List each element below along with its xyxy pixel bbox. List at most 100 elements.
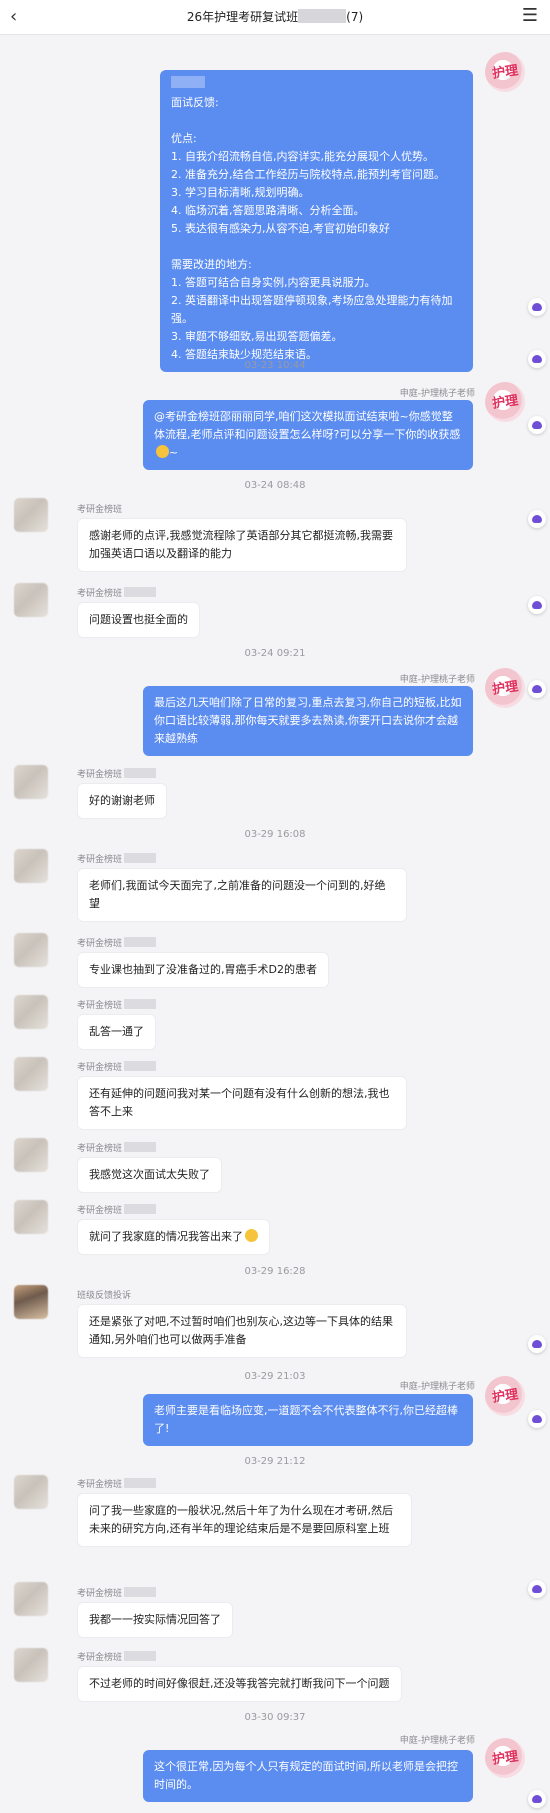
message-bubble[interactable]: 就问了我家庭的情况我答出来了 bbox=[77, 1219, 270, 1255]
message-text: 老师主要是看临场应变,一道题不会不代表整体不行,你已经超棒了! bbox=[154, 1404, 458, 1435]
avatar[interactable] bbox=[14, 933, 48, 967]
avatar[interactable] bbox=[14, 849, 48, 883]
sender-label: 考研金榜班 bbox=[77, 1144, 123, 1154]
reaction-icon[interactable] bbox=[528, 510, 546, 528]
avatar[interactable] bbox=[14, 1582, 48, 1616]
avatar[interactable] bbox=[14, 1057, 48, 1091]
message-bubble[interactable]: 专业课也抽到了没准备过的,胃癌手术D2的患者 bbox=[77, 952, 329, 988]
message-bubble[interactable]: 还是紧张了对吧,不过暂时咱们也别灰心,这边等一下具体的结果通知,另外咱们也可以做… bbox=[77, 1304, 407, 1358]
reaction-icon[interactable] bbox=[528, 1335, 546, 1353]
message-bubble[interactable]: 面试反馈: 优点: 1. 自我介绍流畅自信,内容详实,能充分展现个人优势。 2.… bbox=[160, 70, 473, 372]
message[interactable]: 最后这几天咱们除了日常的复习,重点去复习,你自己的短板,比如你口语比较薄弱,那你… bbox=[143, 686, 473, 756]
message[interactable]: 这个很正常,因为每个人只有规定的面试时间,所以老师是会把控时间的。 bbox=[143, 1750, 473, 1802]
sender-label: 考研金榜班 bbox=[77, 589, 123, 599]
chat-title: 26年护理考研复试班 (7) bbox=[0, 8, 550, 25]
avatar[interactable] bbox=[14, 498, 48, 532]
message-bubble[interactable]: 最后这几天咱们除了日常的复习,重点去复习,你自己的短板,比如你口语比较薄弱,那你… bbox=[143, 686, 473, 756]
avatar-text: 护理 bbox=[491, 393, 520, 412]
avatar[interactable] bbox=[14, 765, 48, 799]
sender-name: 考研金榜班 bbox=[77, 852, 157, 865]
message[interactable]: 好的谢谢老师 bbox=[77, 783, 167, 819]
message[interactable]: 问题设置也挺全面的 bbox=[77, 602, 200, 638]
message-text: 还有延伸的问题问我对某一个问题有没有什么创新的想法,我也答不上来 bbox=[89, 1087, 390, 1118]
avatar[interactable] bbox=[14, 1285, 48, 1319]
message[interactable]: 乱答一通了 bbox=[77, 1014, 156, 1050]
message-text: 不过老师的时间好像很赶,还没等我答完就打断我问下一个问题 bbox=[89, 1677, 390, 1690]
message[interactable]: @考研金榜班邵丽丽同学,咱们这次模拟面试结束啦~你感觉整体流程,老师点评和问题设… bbox=[143, 400, 473, 470]
message[interactable]: 还有延伸的问题问我对某一个问题有没有什么创新的想法,我也答不上来 bbox=[77, 1076, 407, 1130]
name-redaction bbox=[124, 1651, 157, 1661]
grin-emoji-icon bbox=[245, 1229, 258, 1242]
message[interactable]: 专业课也抽到了没准备过的,胃癌手术D2的患者 bbox=[77, 952, 329, 988]
message[interactable]: 老师主要是看临场应变,一道题不会不代表整体不行,你已经超棒了! bbox=[143, 1394, 473, 1446]
message-text: 这个很正常,因为每个人只有规定的面试时间,所以老师是会把控时间的。 bbox=[154, 1760, 458, 1791]
message-bubble[interactable]: 这个很正常,因为每个人只有规定的面试时间,所以老师是会把控时间的。 bbox=[143, 1750, 473, 1802]
message-bubble[interactable]: @考研金榜班邵丽丽同学,咱们这次模拟面试结束啦~你感觉整体流程,老师点评和问题设… bbox=[143, 400, 473, 470]
message-bubble[interactable]: 感谢老师的点评,我感觉流程除了英语部分其它都挺流畅,我需要加强英语口语以及翻译的… bbox=[77, 518, 407, 572]
message[interactable]: 我都一一按实际情况回答了 bbox=[77, 1602, 233, 1638]
avatar[interactable]: 护理 bbox=[485, 1738, 525, 1778]
avatar[interactable] bbox=[14, 995, 48, 1029]
message-bubble[interactable]: 问题设置也挺全面的 bbox=[77, 602, 200, 638]
message[interactable]: 就问了我家庭的情况我答出来了 bbox=[77, 1219, 270, 1255]
message[interactable]: 还是紧张了对吧,不过暂时咱们也别灰心,这边等一下具体的结果通知,另外咱们也可以做… bbox=[77, 1304, 407, 1358]
timestamp: 03-24 08:48 bbox=[244, 480, 306, 491]
avatar[interactable]: 护理 bbox=[485, 382, 525, 422]
sender-label: 考研金榜班 bbox=[77, 939, 123, 949]
message-bubble[interactable]: 乱答一通了 bbox=[77, 1014, 156, 1050]
message-text: 我感觉这次面试太失败了 bbox=[89, 1168, 210, 1181]
avatar[interactable]: 护理 bbox=[485, 52, 525, 92]
name-redaction bbox=[124, 1061, 157, 1071]
top-bar: ‹ 26年护理考研复试班 (7) ☰ bbox=[0, 0, 550, 35]
avatar[interactable] bbox=[14, 583, 48, 617]
sender-name: 考研金榜班 bbox=[77, 1060, 157, 1073]
message-text: 老师们,我面试今天面完了,之前准备的问题没一个问到的,好绝望 bbox=[89, 879, 386, 910]
message[interactable]: 不过老师的时间好像很赶,还没等我答完就打断我问下一个问题 bbox=[77, 1666, 402, 1702]
avatar[interactable] bbox=[14, 1138, 48, 1172]
title-redaction bbox=[298, 9, 347, 23]
message-bubble[interactable]: 不过老师的时间好像很赶,还没等我答完就打断我问下一个问题 bbox=[77, 1666, 402, 1702]
name-redaction bbox=[171, 76, 205, 88]
message-bubble[interactable]: 还有延伸的问题问我对某一个问题有没有什么创新的想法,我也答不上来 bbox=[77, 1076, 407, 1130]
menu-icon[interactable]: ☰ bbox=[522, 5, 538, 26]
message[interactable]: 问了我一些家庭的一般状况,然后十年了为什么现在才考研,然后未来的研究方向,还有半… bbox=[77, 1493, 412, 1547]
reaction-icon[interactable] bbox=[528, 350, 546, 368]
chat-title-count: (7) bbox=[346, 10, 364, 24]
reaction-icon[interactable] bbox=[528, 1410, 546, 1428]
message-text: 感谢老师的点评,我感觉流程除了英语部分其它都挺流畅,我需要加强英语口语以及翻译的… bbox=[89, 529, 393, 560]
name-redaction bbox=[124, 587, 157, 597]
sender-label: 考研金榜班 bbox=[77, 1653, 123, 1663]
sender-label: 考研金榜班 bbox=[77, 1206, 123, 1216]
reaction-icon[interactable] bbox=[528, 1790, 546, 1808]
sender-label: 考研金榜班 bbox=[77, 855, 123, 865]
reaction-icon[interactable] bbox=[528, 416, 546, 434]
message[interactable]: 老师们,我面试今天面完了,之前准备的问题没一个问到的,好绝望 bbox=[77, 868, 407, 922]
message-bubble[interactable]: 老师主要是看临场应变,一道题不会不代表整体不行,你已经超棒了! bbox=[143, 1394, 473, 1446]
chat-title-prefix: 26年护理考研复试班 bbox=[186, 10, 299, 24]
sender-label: 班级反馈投诉 bbox=[77, 1291, 132, 1301]
message-bubble[interactable]: 我都一一按实际情况回答了 bbox=[77, 1602, 233, 1638]
message-bubble[interactable]: 老师们,我面试今天面完了,之前准备的问题没一个问到的,好绝望 bbox=[77, 868, 407, 922]
avatar[interactable] bbox=[14, 1648, 48, 1682]
timestamp: 03-23 10:44 bbox=[244, 360, 306, 371]
avatar[interactable] bbox=[14, 1200, 48, 1234]
reaction-icon[interactable] bbox=[528, 298, 546, 316]
avatar[interactable]: 护理 bbox=[485, 1376, 525, 1416]
reaction-icon[interactable] bbox=[528, 680, 546, 698]
sender-label: 考研金榜班 bbox=[77, 1589, 123, 1599]
message-text: 还是紧张了对吧,不过暂时咱们也别灰心,这边等一下具体的结果通知,另外咱们也可以做… bbox=[89, 1315, 393, 1346]
message-feedback[interactable]: 面试反馈: 优点: 1. 自我介绍流畅自信,内容详实,能充分展现个人优势。 2.… bbox=[160, 70, 473, 372]
timestamp: 03-30 09:37 bbox=[244, 1712, 306, 1723]
avatar[interactable]: 护理 bbox=[485, 668, 525, 708]
smile-emoji-icon bbox=[156, 445, 169, 458]
message[interactable]: 我感觉这次面试太失败了 bbox=[77, 1157, 222, 1193]
sender-name: 申庭-护理桃子老师 bbox=[399, 389, 475, 399]
reaction-icon[interactable] bbox=[528, 596, 546, 614]
message-bubble[interactable]: 问了我一些家庭的一般状况,然后十年了为什么现在才考研,然后未来的研究方向,还有半… bbox=[77, 1493, 412, 1547]
message[interactable]: 感谢老师的点评,我感觉流程除了英语部分其它都挺流畅,我需要加强英语口语以及翻译的… bbox=[77, 518, 407, 572]
message-bubble[interactable]: 好的谢谢老师 bbox=[77, 783, 167, 819]
message-text: 就问了我家庭的情况我答出来了 bbox=[89, 1230, 243, 1243]
message-bubble[interactable]: 我感觉这次面试太失败了 bbox=[77, 1157, 222, 1193]
reaction-icon[interactable] bbox=[528, 1580, 546, 1598]
avatar[interactable] bbox=[14, 1475, 48, 1509]
